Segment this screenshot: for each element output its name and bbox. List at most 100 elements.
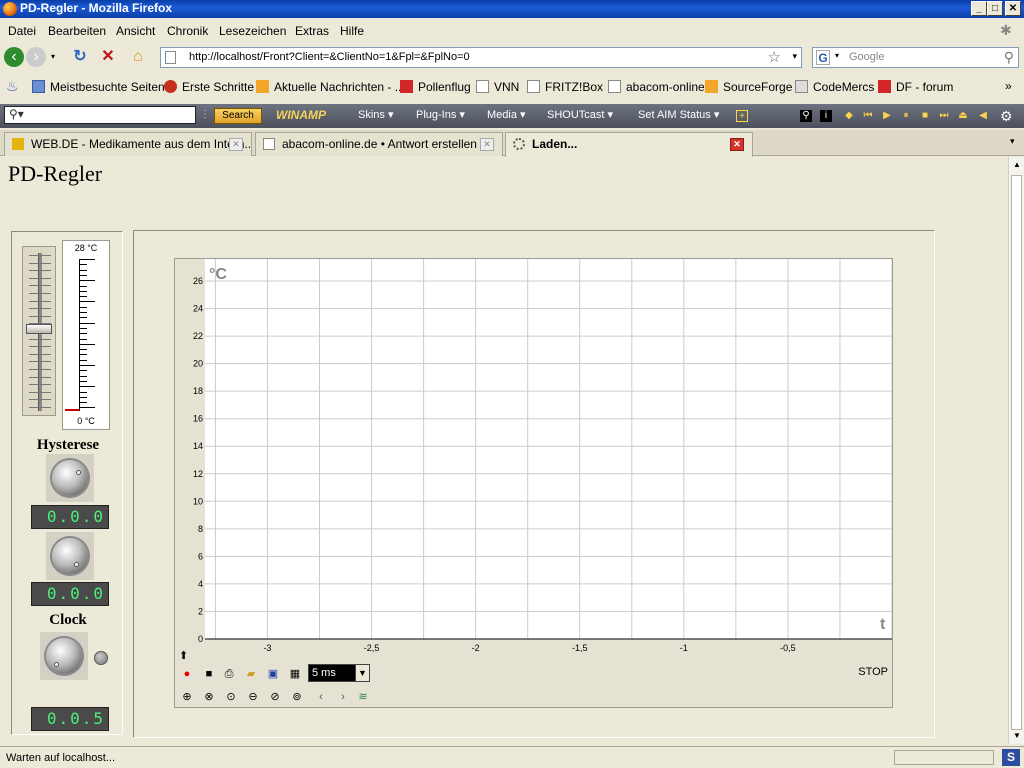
stop-icon[interactable]: ■ [919,110,931,122]
previous-icon[interactable]: ⏮ [862,110,874,122]
stop-record-button[interactable]: ■ [201,666,217,682]
interval-select[interactable]: 5 ms ▼ [308,664,370,682]
bookmark-meistbesuchte[interactable]: Meistbesuchte Seiten [32,80,165,94]
tab-webde[interactable]: WEB.DE - Medikamente aus dem Intern... ✕ [4,132,252,156]
setpoint-slider[interactable] [22,246,56,416]
progress-area [894,750,994,765]
home-button[interactable]: ⌂ [128,47,148,67]
zoom-fit-icon[interactable]: ⊕ [179,689,195,705]
zoom-area-icon[interactable]: ⊘ [267,689,283,705]
add-icon[interactable]: + [736,110,748,122]
bookmark-aktuelle-nachrichten[interactable]: Aktuelle Nachrichten - ... [256,80,405,94]
thermo-tick [79,349,87,351]
reload-button[interactable]: ↻ [70,47,90,67]
zoom-out-icon[interactable]: ⊖ [245,689,261,705]
menu-hilfe[interactable]: Hilfe [340,24,364,38]
bookmark-vnn[interactable]: VNN [476,80,519,94]
print-icon[interactable]: ⎙ [221,666,237,682]
x-tick-label: -0,5 [780,643,796,653]
volume-icon[interactable]: ◆ [843,110,855,122]
next-icon[interactable]: ⏭ [938,110,950,122]
tab-abacom[interactable]: abacom-online.de • Antwort erstellen ✕ [255,132,503,156]
hysterese-knob[interactable] [46,454,94,502]
winamp-search-input[interactable]: ⚲▾ [4,106,196,124]
export-icon[interactable]: ≋ [355,689,371,705]
speaker-icon[interactable]: ◀ [977,110,989,122]
winamp-skins-menu[interactable]: Skins ▾ [358,107,393,123]
open-folder-icon[interactable]: ▰ [243,666,259,682]
bookmarks-menu-icon[interactable]: ♨ [6,78,19,95]
chevron-down-icon[interactable]: ▼ [355,665,369,681]
winamp-aim-menu[interactable]: Set AIM Status ▾ [638,107,719,123]
settings-icon[interactable]: ▦ [287,666,303,682]
close-tab-icon[interactable]: ✕ [730,138,744,151]
vertical-scrollbar[interactable]: ▲ ▼ [1008,157,1024,744]
engine-dropdown-icon[interactable]: ▾ [835,51,839,60]
bookmark-pollenflug[interactable]: Pollenflug [400,80,471,94]
gear-icon[interactable]: ⚙ [1000,109,1013,123]
close-tab-icon[interactable]: ✕ [229,138,243,151]
google-icon[interactable]: G [816,50,830,65]
close-window-button[interactable]: ✕ [1005,1,1021,16]
minimize-button[interactable]: _ [971,1,987,16]
webde-icon [12,138,24,150]
eject-icon[interactable]: ⏏ [957,110,969,122]
play-icon[interactable]: ▶ [881,110,893,122]
scroll-up-icon[interactable]: ▲ [1009,157,1024,173]
winamp-search-button[interactable]: Search [214,108,262,124]
search-box[interactable]: G ▾ Google ⚲ [812,47,1019,68]
menu-lesezeichen[interactable]: Lesezeichen [219,24,286,38]
url-text[interactable]: http://localhost/Front?Client=&ClientNo=… [189,51,470,63]
tab-loading[interactable]: Laden... ✕ [505,132,753,157]
zoom-reset-icon[interactable]: ⊚ [289,689,305,705]
history-dropdown-icon[interactable]: ▾ [48,47,58,67]
bookmark-label: SourceForge [723,80,793,94]
thermo-tick [79,359,87,361]
bookmark-sourceforge[interactable]: SourceForge [705,80,792,94]
zoom-in-icon[interactable]: ⊙ [223,689,239,705]
close-tab-icon[interactable]: ✕ [480,138,494,151]
bookmark-abacom[interactable]: abacom-online [608,80,705,94]
winamp-plugins-menu[interactable]: Plug-Ins ▾ [416,107,465,123]
search-icon[interactable]: ⚲ [1004,49,1014,66]
winamp-media-menu[interactable]: Media ▾ [487,107,526,123]
menu-chronik[interactable]: Chronik [167,24,208,38]
pause-icon[interactable]: ⏸ [900,110,912,122]
scroll-left-icon[interactable]: ‹ [313,689,329,705]
clock-knob[interactable] [40,632,88,680]
search-placeholder[interactable]: Google [849,51,884,63]
zoom-x-icon[interactable]: ⊗ [201,689,217,705]
stop-button[interactable]: ✕ [98,47,118,67]
menu-ansicht[interactable]: Ansicht [116,24,155,38]
bookmark-codemercs[interactable]: CodeMercs [795,80,874,94]
winamp-logo[interactable]: WINAMP [276,108,326,122]
menu-bearbeiten[interactable]: Bearbeiten [48,24,106,38]
url-dropdown-icon[interactable]: ▾ [792,51,797,62]
x-axis-label: t [880,616,886,633]
bookmark-star-icon[interactable]: ☆ [768,48,781,66]
bookmark-erste-schritte[interactable]: Erste Schritte [164,80,254,94]
info-icon[interactable]: i [820,110,832,122]
gain-knob[interactable] [46,532,94,580]
search-icon[interactable]: ⚲ [800,110,812,122]
bookmark-fritzbox[interactable]: FRITZ!Box [527,80,603,94]
scroll-thumb[interactable] [1011,175,1022,730]
more-bookmarks-icon[interactable]: » [1005,79,1012,93]
save-icon[interactable]: ▣ [265,666,281,682]
record-button[interactable]: ● [179,666,195,682]
scroll-right-icon[interactable]: › [335,689,351,705]
page-icon [476,80,489,93]
menu-datei[interactable]: Datei [8,24,36,38]
scroll-down-icon[interactable]: ▼ [1009,728,1024,744]
winamp-shoutcast-menu[interactable]: SHOUTcast ▾ [547,107,613,123]
maximize-button[interactable]: □ [987,1,1003,16]
forward-button[interactable]: › [26,47,46,67]
bookmark-df-forum[interactable]: DF - forum [878,80,953,94]
back-button[interactable]: ‹ [4,47,24,67]
slider-thumb[interactable] [26,324,52,335]
tab-list-icon[interactable]: ▾ [1010,136,1015,147]
menu-label: Media [487,109,517,121]
skype-icon[interactable]: S [1002,749,1020,766]
menu-extras[interactable]: Extras [295,24,329,38]
url-bar[interactable]: http://localhost/Front?Client=&ClientNo=… [160,47,802,68]
